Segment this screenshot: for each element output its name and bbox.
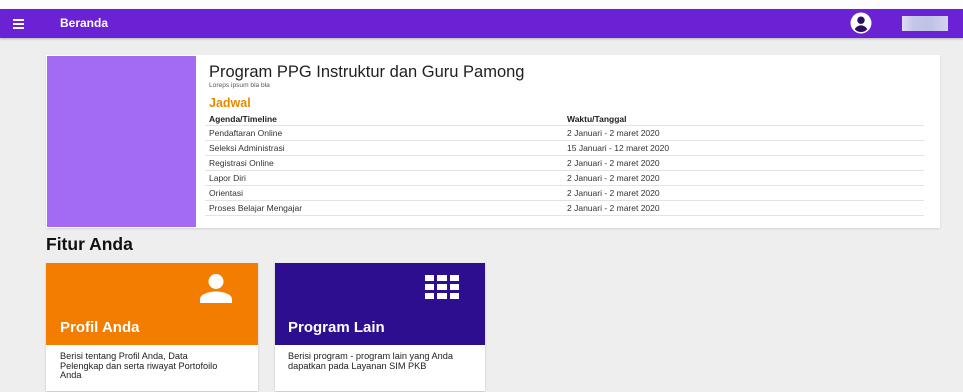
program-card-title: Program Lain (288, 319, 385, 336)
date-cell: 15 Januari - 12 maret 2020 (567, 143, 670, 153)
profile-feature-card[interactable]: Profil Anda Berisi tentang Profil Anda, … (46, 263, 258, 391)
apps-grid-icon (425, 275, 459, 299)
date-cell: 2 Januari - 2 maret 2020 (567, 203, 660, 213)
table-row: Proses Belajar Mengajar 2 Januari - 2 ma… (205, 201, 924, 216)
agenda-cell: Registrasi Online (209, 158, 274, 168)
features-heading: Fitur Anda (46, 234, 133, 254)
program-title: Program PPG Instruktur dan Guru Pamong (209, 63, 525, 81)
schedule-heading: Jadwal (209, 96, 251, 110)
agenda-cell: Orientasi (209, 188, 244, 198)
program-card: Program PPG Instruktur dan Guru Pamong L… (46, 55, 940, 228)
date-cell: 2 Januari - 2 maret 2020 (567, 158, 660, 168)
column-header-agenda: Agenda/Timeline (209, 113, 277, 124)
menu-button[interactable] (8, 13, 30, 34)
program-card-header: Program Lain (275, 263, 485, 345)
date-cell: 2 Januari - 2 maret 2020 (567, 128, 660, 138)
person-icon (200, 274, 232, 303)
profile-card-header: Profil Anda (46, 263, 258, 345)
account-button[interactable] (850, 12, 872, 34)
schedule-table: Agenda/Timeline Waktu/Tanggal Pendaftara… (205, 112, 924, 216)
date-cell: 2 Januari - 2 maret 2020 (567, 188, 660, 198)
top-margin-strip (0, 0, 963, 9)
user-name-chip[interactable] (902, 16, 948, 31)
profile-card-title: Profil Anda (60, 319, 140, 336)
agenda-cell: Seleksi Administrasi (209, 143, 285, 153)
page-title: Beranda (60, 16, 109, 30)
agenda-cell: Pendaftaran Online (209, 128, 283, 138)
program-subtitle: Loreps ipsum bla bla (209, 82, 270, 89)
menu-icon (13, 19, 24, 29)
table-row: Orientasi 2 Januari - 2 maret 2020 (205, 186, 924, 201)
column-header-date: Waktu/Tanggal (567, 113, 627, 124)
table-row: Seleksi Administrasi 15 Januari - 12 mar… (205, 141, 924, 156)
program-card-description: Berisi program - program lain yang Anda … (288, 351, 453, 371)
agenda-cell: Lapor Diri (209, 173, 246, 183)
table-row: Registrasi Online 2 Januari - 2 maret 20… (205, 156, 924, 171)
account-circle-icon (850, 12, 872, 34)
table-header-row: Agenda/Timeline Waktu/Tanggal (205, 112, 924, 126)
agenda-cell: Proses Belajar Mengajar (209, 203, 303, 213)
app-bar: Beranda (0, 9, 963, 38)
program-banner-image (47, 56, 196, 227)
profile-card-description: Berisi tentang Profil Anda, Data Pelengk… (60, 351, 218, 380)
date-cell: 2 Januari - 2 maret 2020 (567, 173, 660, 183)
table-row: Pendaftaran Online 2 Januari - 2 maret 2… (205, 126, 924, 141)
program-feature-card[interactable]: Program Lain Berisi program - program la… (275, 263, 485, 391)
table-row: Lapor Diri 2 Januari - 2 maret 2020 (205, 171, 924, 186)
